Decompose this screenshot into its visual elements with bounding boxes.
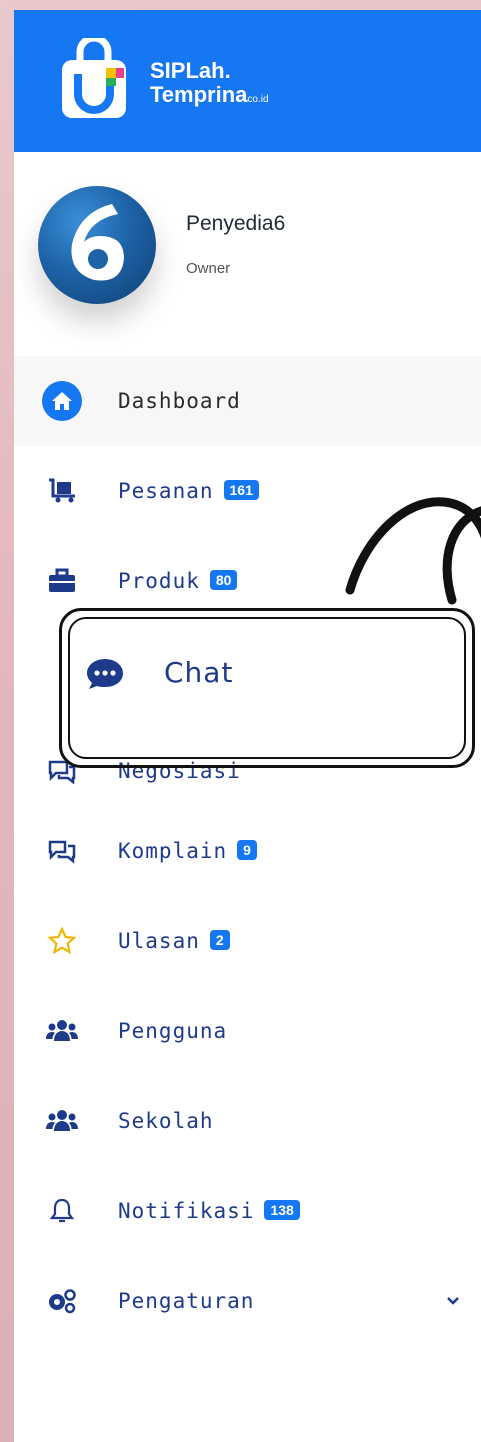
sidebar-item-label: Ulasan — [118, 929, 200, 953]
sidebar-item-label: Pengaturan — [118, 1289, 255, 1313]
sidebar-item-sekolah[interactable]: Sekolah — [14, 1076, 481, 1166]
chat-bubble-icon[interactable] — [84, 656, 126, 692]
count-badge: 80 — [209, 570, 238, 590]
sidebar-item-label-wrap: Notifikasi 138 — [118, 1199, 300, 1223]
sidebar-item-label: Produk — [118, 569, 200, 593]
briefcase-icon — [42, 561, 82, 601]
sidebar-item-notifikasi[interactable]: Notifikasi 138 — [14, 1166, 481, 1256]
sidebar-item-label-wrap: Produk 80 — [118, 569, 238, 593]
count-badge: 161 — [223, 480, 259, 500]
sidebar-item-dashboard[interactable]: Dashboard — [14, 356, 481, 446]
home-icon — [42, 381, 82, 421]
count-badge: 138 — [264, 1200, 300, 1220]
users-icon — [42, 1011, 82, 1051]
siplah-logo-icon[interactable] — [58, 38, 130, 122]
brand-name: SIPLah. Temprinaco.id — [150, 60, 269, 106]
profile-name: Penyedia6 — [186, 212, 286, 235]
count-badge: 2 — [209, 930, 230, 950]
school-users-icon — [42, 1101, 82, 1141]
brand-line2-text: Temprina — [150, 82, 248, 107]
sidebar-item-label: Komplain — [118, 839, 228, 863]
sidebar-item-label: Notifikasi — [118, 1199, 255, 1223]
profile-role: Owner — [186, 260, 231, 277]
brand-line2: Temprinaco.id — [150, 84, 269, 106]
avatar-six-icon — [71, 204, 124, 281]
profile-card: Penyedia6 Owner — [14, 152, 481, 348]
cart-icon — [42, 471, 82, 511]
sidebar-item-pengguna[interactable]: Pengguna — [14, 986, 481, 1076]
sidebar-item-label: Pengguna — [118, 1019, 228, 1043]
sidebar-item-ulasan[interactable]: Ulasan 2 — [14, 896, 481, 986]
brand-suffix: co.id — [247, 94, 269, 105]
brand-line1: SIPLah. — [150, 58, 231, 83]
star-icon — [42, 921, 82, 961]
sidebar-panel: SIPLah. Temprinaco.id Penyedia6 Owner Da… — [14, 10, 481, 1442]
chevron-down-icon[interactable] — [446, 1296, 460, 1306]
sidebar-item-pengaturan[interactable]: Pengaturan — [14, 1256, 481, 1346]
count-badge: 9 — [237, 840, 257, 860]
sidebar-item-komplain[interactable]: Komplain 9 — [14, 806, 481, 896]
chat-highlight-inner — [68, 617, 466, 759]
bell-icon — [42, 1191, 82, 1231]
sidebar-item-label-wrap: Pesanan 161 — [118, 479, 259, 503]
annotation-scribble — [345, 497, 481, 605]
complaint-icon — [42, 831, 82, 871]
sidebar-item-label: Dashboard — [118, 389, 241, 413]
sidebar-item-chat[interactable]: Chat — [164, 656, 233, 689]
sidebar-item-label-wrap: Komplain 9 — [118, 839, 257, 863]
gears-icon — [42, 1281, 82, 1321]
sidebar-header: SIPLah. Temprinaco.id — [14, 10, 481, 152]
sidebar-item-label-wrap: Ulasan 2 — [118, 929, 230, 953]
sidebar-item-label: Pesanan — [118, 479, 214, 503]
avatar[interactable] — [38, 186, 156, 304]
sidebar-item-label: Sekolah — [118, 1109, 214, 1133]
